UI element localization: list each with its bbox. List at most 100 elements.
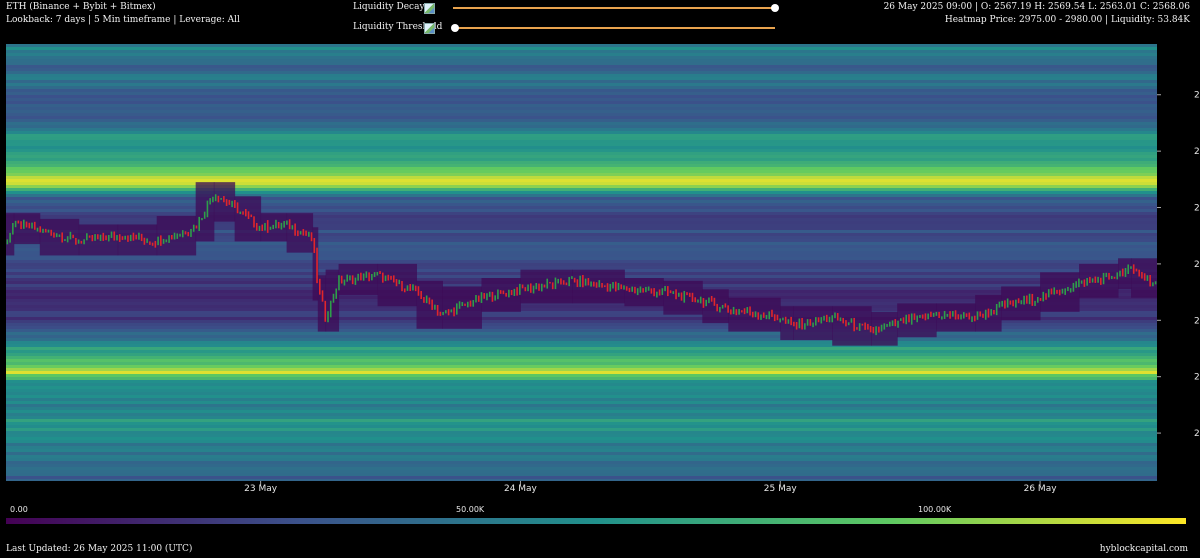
heatmap-row xyxy=(6,47,1157,51)
consumed-liquidity-zone xyxy=(117,224,158,256)
heatmap-row xyxy=(6,458,1157,462)
heatmap-price-readout: Heatmap Price: 2975.00 - 2980.00 | Liqui… xyxy=(944,15,1190,25)
heatmap-row xyxy=(6,374,1157,378)
heatmap-row xyxy=(6,467,1157,471)
x-tick-label: 24 May xyxy=(504,484,538,494)
consumed-liquidity-zone xyxy=(663,280,703,315)
heatmap-row xyxy=(6,92,1157,96)
heatmap-row xyxy=(6,464,1157,468)
heatmap-row xyxy=(6,257,1157,261)
heatmap-row xyxy=(6,212,1157,216)
heatmap-row xyxy=(6,143,1157,147)
heatmap-row xyxy=(6,107,1157,111)
heatmap-row xyxy=(6,422,1157,426)
heatmap-row xyxy=(6,413,1157,417)
heatmap-row xyxy=(6,155,1157,159)
heatmap-row xyxy=(6,77,1157,81)
heatmap-row xyxy=(6,371,1157,375)
colorbar-tick-100k: 100.00K xyxy=(918,505,952,514)
y-tick-label: 2300.00 xyxy=(1194,429,1200,439)
heatmap-row xyxy=(6,392,1157,396)
heatmap-row xyxy=(6,80,1157,84)
x-tick-label: 25 May xyxy=(764,484,798,494)
heatmap-row xyxy=(6,440,1157,444)
heatmap-row xyxy=(6,95,1157,99)
heatmap-row xyxy=(6,452,1157,456)
x-tick-label: 26 May xyxy=(1024,484,1058,494)
heatmap-row xyxy=(6,86,1157,90)
heatmap-row xyxy=(6,122,1157,126)
heatmap-row xyxy=(6,116,1157,120)
heatmap-row xyxy=(6,431,1157,435)
heatmap-row xyxy=(6,56,1157,60)
heatmap-row xyxy=(6,149,1157,153)
heatmap-row xyxy=(6,419,1157,423)
heatmap-row xyxy=(6,263,1157,267)
heatmap-row xyxy=(6,386,1157,390)
heatmap-row xyxy=(6,401,1157,405)
heatmap-row xyxy=(6,161,1157,165)
heatmap-row xyxy=(6,137,1157,141)
heatmap-row xyxy=(6,398,1157,402)
heatmap-row xyxy=(6,476,1157,480)
heatmap-row xyxy=(6,110,1157,114)
liquidity-threshold-slider-thumb[interactable] xyxy=(451,24,459,32)
heatmap-row xyxy=(6,167,1157,171)
liquidity-decay-slider-thumb[interactable] xyxy=(771,4,779,12)
heatmap-row xyxy=(6,266,1157,270)
heatmap-row xyxy=(6,89,1157,93)
heatmap-row xyxy=(6,341,1157,345)
heatmap-row xyxy=(6,338,1157,342)
heatmap-row xyxy=(6,125,1157,129)
liquidity-heatmap-chart[interactable]: 2300.00 2400.00 2500.00 2600.00 2700.00 2800.… xyxy=(0,40,1200,500)
heatmap-row xyxy=(6,425,1157,429)
heatmap-row xyxy=(6,200,1157,204)
heatmap-row xyxy=(6,203,1157,207)
heatmap-row xyxy=(6,260,1157,264)
heatmap-row xyxy=(6,83,1157,87)
heatmap-row xyxy=(6,404,1157,408)
heatmap-row xyxy=(6,470,1157,474)
heatmap-row xyxy=(6,350,1157,354)
x-tick-label: 23 May xyxy=(244,484,278,494)
liquidity-threshold-slider[interactable] xyxy=(453,27,775,29)
heatmap-row xyxy=(6,98,1157,102)
liquidity-threshold-image-icon xyxy=(424,23,435,34)
heatmap-row xyxy=(6,197,1157,201)
consumed-liquidity-zone xyxy=(624,278,664,307)
heatmap-row xyxy=(6,119,1157,123)
heatmap-row xyxy=(6,128,1157,132)
heatmap-row xyxy=(6,173,1157,177)
heatmap-row xyxy=(6,395,1157,399)
heatmap-row xyxy=(6,176,1157,180)
heatmap-row xyxy=(6,332,1157,336)
heatmap-row xyxy=(6,455,1157,459)
heatmap-row xyxy=(6,101,1157,105)
y-tick-label: 2800.00 xyxy=(1194,147,1200,157)
brand-link[interactable]: hyblockcapital.com xyxy=(1100,544,1188,554)
heatmap-row xyxy=(6,185,1157,189)
heatmap-row xyxy=(6,74,1157,78)
heatmap-row xyxy=(6,443,1157,447)
heatmap-row xyxy=(6,362,1157,366)
heatmap-row xyxy=(6,209,1157,213)
heatmap-row xyxy=(6,146,1157,150)
consumed-liquidity-zone xyxy=(13,213,41,245)
heatmap-row xyxy=(6,428,1157,432)
heatmap-row xyxy=(6,188,1157,192)
liquidity-decay-slider[interactable] xyxy=(453,7,775,9)
heatmap-row xyxy=(6,416,1157,420)
y-tick-label: 2400.00 xyxy=(1194,373,1200,383)
heatmap-row xyxy=(6,71,1157,75)
heatmap-row xyxy=(6,368,1157,372)
chart-title: ETH (Binance + Bybit + Bitmex) xyxy=(6,2,156,12)
heatmap-row xyxy=(6,113,1157,117)
heatmap-row xyxy=(6,365,1157,369)
heatmap-row xyxy=(6,53,1157,57)
heatmap-row xyxy=(6,359,1157,363)
heatmap-row xyxy=(6,65,1157,69)
heatmap-row xyxy=(6,206,1157,210)
heatmap-row xyxy=(6,152,1157,156)
heatmap-row xyxy=(6,449,1157,453)
heatmap-row xyxy=(6,383,1157,387)
